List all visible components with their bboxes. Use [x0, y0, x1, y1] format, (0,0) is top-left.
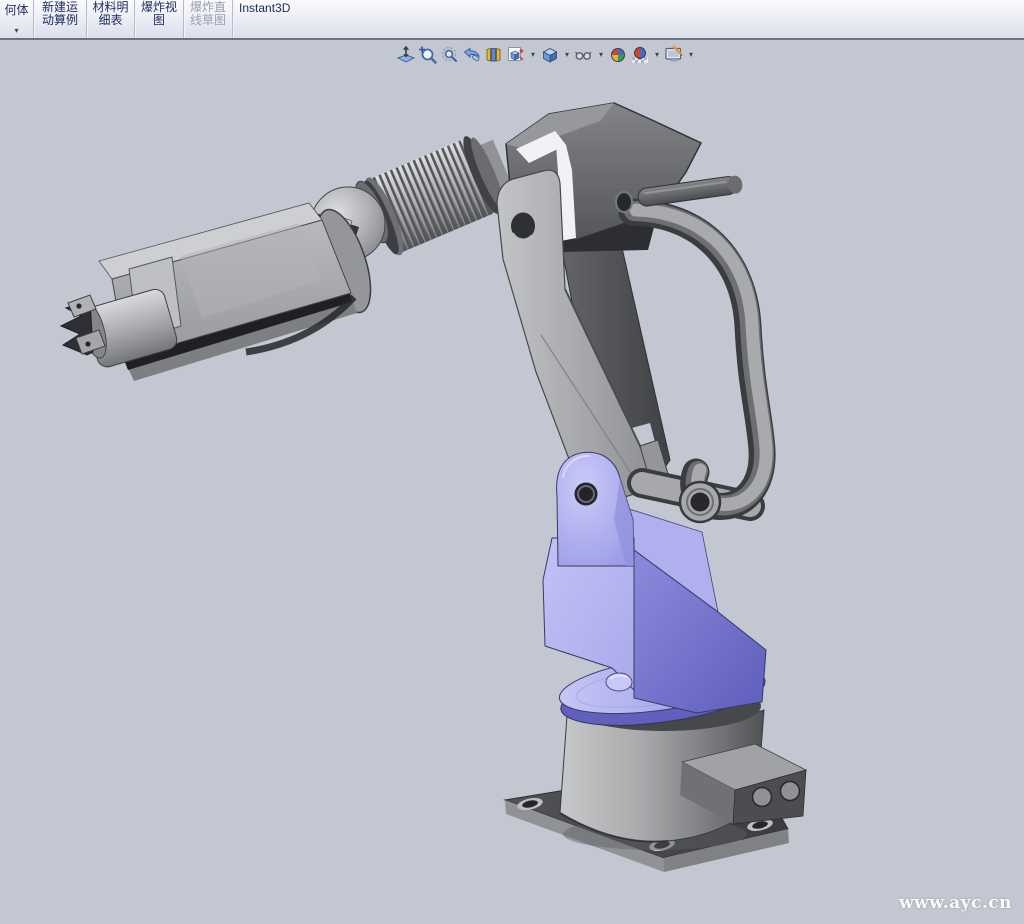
heads-up-view-toolbar: ▾ ▾ ▾ — [396, 44, 698, 66]
edit-appearance-icon[interactable] — [608, 45, 628, 65]
display-style-icon[interactable] — [540, 45, 560, 65]
view-orientation-dropdown[interactable]: ▾ — [528, 45, 538, 65]
view-orientation-icon[interactable] — [506, 45, 526, 65]
zoom-in-out-icon[interactable] — [440, 45, 460, 65]
zoom-to-area-icon[interactable] — [418, 45, 438, 65]
previous-view-icon[interactable] — [462, 45, 482, 65]
display-style-dropdown[interactable]: ▾ — [562, 45, 572, 65]
solidworks-window: 何体 ▾ 新建运 动算例 材料明 细表 爆炸视 图 爆炸直 线草图 Instan… — [0, 0, 1024, 924]
apply-scene-dropdown[interactable]: ▾ — [652, 45, 662, 65]
ribbon-button-label: Instant3D — [239, 2, 290, 15]
chevron-down-icon[interactable]: ▾ — [0, 24, 33, 37]
ribbon-button-label: 细表 — [87, 14, 134, 27]
ribbon-button-geometry-flyout[interactable]: 何体 ▾ — [0, 0, 33, 38]
model-canvas[interactable] — [0, 40, 1024, 924]
ribbon-button-label: 线草图 — [184, 14, 232, 27]
ribbon-button-exploded-view[interactable]: 爆炸视 图 — [135, 0, 183, 38]
graphics-viewport[interactable]: ▾ ▾ ▾ — [0, 40, 1024, 924]
ribbon-button-label: 何体 — [0, 4, 33, 17]
ribbon-button-bill-of-materials[interactable]: 材料明 细表 — [87, 0, 134, 38]
hide-show-items-dropdown[interactable]: ▾ — [596, 45, 606, 65]
ribbon-button-explode-line-sketch[interactable]: 爆炸直 线草图 — [184, 0, 232, 38]
ribbon-button-instant3d[interactable]: Instant3D — [233, 0, 303, 38]
view-settings-dropdown[interactable]: ▾ — [686, 45, 696, 65]
section-view-icon[interactable] — [484, 45, 504, 65]
zoom-to-fit-icon[interactable] — [396, 45, 416, 65]
command-manager-ribbon: 何体 ▾ 新建运 动算例 材料明 细表 爆炸视 图 爆炸直 线草图 Instan… — [0, 0, 1024, 40]
view-settings-icon[interactable] — [664, 45, 684, 65]
flange-dome-boss[interactable] — [606, 673, 632, 691]
hide-show-items-icon[interactable] — [574, 45, 594, 65]
ribbon-button-label: 动算例 — [34, 14, 86, 27]
ribbon-button-new-motion-study[interactable]: 新建运 动算例 — [34, 0, 86, 38]
watermark: www.ayc.cn — [899, 893, 1012, 913]
ribbon-button-label: 图 — [135, 14, 183, 27]
rocker-eye[interactable] — [680, 482, 720, 522]
apply-scene-icon[interactable] — [630, 45, 650, 65]
